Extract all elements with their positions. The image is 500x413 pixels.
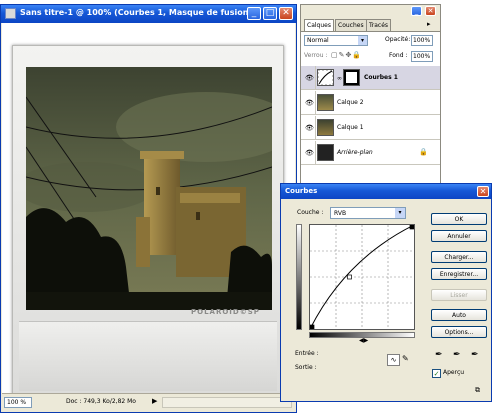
polaroid-bottom-strip xyxy=(19,321,277,391)
photoshop-document-icon xyxy=(5,8,16,19)
layer-name: Calque 1 xyxy=(337,124,364,131)
expand-dialog-icon[interactable]: ⧉ xyxy=(475,386,480,395)
palette-menu-arrow-icon[interactable]: ▸ xyxy=(427,20,431,28)
channel-value: RVB xyxy=(334,210,347,217)
document-size-info[interactable]: Doc : 749,3 Ko/2,82 Mo xyxy=(66,398,136,405)
curve-mode-icon[interactable]: ∿ xyxy=(387,354,400,366)
layer-row[interactable]: 👁 Calque 1 xyxy=(301,116,440,140)
curve-control-point xyxy=(409,224,415,230)
horizontal-scrollbar[interactable] xyxy=(162,397,292,408)
opacity-field[interactable]: 100% xyxy=(411,35,433,46)
polaroid-wordmark: POLAROID©SP xyxy=(191,308,260,316)
gray-eyedropper-icon[interactable]: ✒ xyxy=(453,350,461,360)
curves-titlebar[interactable]: Courbes ✕ xyxy=(281,184,491,199)
eye-icon[interactable]: 👁 xyxy=(305,149,314,157)
layer-thumbnail xyxy=(317,94,334,111)
zoom-field[interactable]: 100 % xyxy=(4,397,32,408)
layers-body: Normal ▾ Opacité: 100% Verrou : ▢✎✥🔒 Fon… xyxy=(301,31,440,183)
polaroid-frame: POLAROID©SP xyxy=(12,45,284,395)
layer-mask-thumbnail xyxy=(343,69,360,86)
close-button[interactable]: ✕ xyxy=(279,7,293,20)
document-statusbar: 100 % Doc : 749,3 Ko/2,82 Mo ▶ xyxy=(2,393,295,411)
castle-photo xyxy=(26,67,272,310)
divider xyxy=(315,116,316,140)
fill-label: Fond : xyxy=(389,52,408,59)
curve-control-point xyxy=(309,324,315,330)
divider xyxy=(315,91,316,115)
status-menu-arrow-icon[interactable]: ▶ xyxy=(152,397,157,405)
chevron-down-icon: ▾ xyxy=(395,208,405,218)
palette-close-button[interactable]: ✕ xyxy=(425,6,436,16)
white-eyedropper-icon[interactable]: ✒ xyxy=(471,350,479,360)
blend-mode-value: Normal xyxy=(307,37,329,44)
pencil-icon[interactable]: ✎ xyxy=(402,354,409,363)
link-icon: ∞ xyxy=(337,75,342,82)
fill-field[interactable]: 100% xyxy=(411,51,433,62)
layer-row[interactable]: 👁 ∞ Courbes 1 xyxy=(301,66,440,90)
layer-thumbnail xyxy=(317,119,334,136)
document-title: Sans titre-1 @ 100% (Courbes 1, Masque d… xyxy=(20,8,261,17)
options-button[interactable]: Options... xyxy=(431,326,487,338)
layer-name: Arrière-plan xyxy=(337,149,373,156)
eye-icon[interactable]: 👁 xyxy=(305,124,314,132)
input-label: Entrée : xyxy=(295,350,319,357)
output-gradient-bar xyxy=(296,224,302,330)
auto-button[interactable]: Auto xyxy=(431,309,487,321)
chevron-down-icon: ▾ xyxy=(358,36,367,45)
layer-thumbnail xyxy=(317,144,334,161)
palette-minimize-button[interactable]: _ xyxy=(411,6,422,16)
document-window: Sans titre-1 @ 100% (Courbes 1, Masque d… xyxy=(0,4,297,413)
dialog-title: Courbes xyxy=(285,187,318,195)
layer-row[interactable]: 👁 Calque 2 xyxy=(301,91,440,115)
tab-calques[interactable]: Calques xyxy=(304,19,334,31)
smooth-button[interactable]: Lisser xyxy=(431,289,487,301)
tab-couches[interactable]: Couches xyxy=(335,19,367,31)
gradient-toggle-icon[interactable]: ◀▶ xyxy=(359,337,368,344)
divider xyxy=(315,141,316,165)
close-button[interactable]: ✕ xyxy=(477,186,489,197)
layer-row[interactable]: 👁 Arrière-plan 🔒 xyxy=(301,141,440,165)
curve-graph[interactable] xyxy=(309,224,415,330)
channel-select[interactable]: RVB ▾ xyxy=(330,207,406,219)
preview-label: Aperçu xyxy=(443,369,465,376)
layers-palette: _ ✕ Calques Couches Tracés ▸ Normal ▾ Op… xyxy=(300,4,441,183)
maximize-button[interactable]: □ xyxy=(263,7,277,20)
load-button[interactable]: Charger... xyxy=(431,251,487,263)
output-label: Sortie : xyxy=(295,364,317,371)
eye-icon[interactable]: 👁 xyxy=(305,99,314,107)
preview-checkbox[interactable]: ✓ xyxy=(432,369,441,378)
lock-icon: 🔒 xyxy=(419,148,428,156)
save-button[interactable]: Enregistrer... xyxy=(431,268,487,280)
layer-name: Calque 2 xyxy=(337,99,364,106)
blend-mode-select[interactable]: Normal ▾ xyxy=(304,35,368,46)
channel-label: Couche : xyxy=(297,209,324,216)
layer-name: Courbes 1 xyxy=(364,74,398,81)
lock-buttons[interactable]: ▢✎✥🔒 xyxy=(331,51,362,59)
opacity-label: Opacité: xyxy=(385,36,411,43)
palette-titlebar[interactable]: _ ✕ xyxy=(301,5,440,19)
lock-label: Verrou : xyxy=(304,52,328,59)
curve-control-point xyxy=(347,274,352,280)
black-eyedropper-icon[interactable]: ✒ xyxy=(435,350,443,360)
cancel-button[interactable]: Annuler xyxy=(431,230,487,242)
divider xyxy=(315,66,316,90)
tab-traces[interactable]: Tracés xyxy=(366,19,392,31)
document-titlebar[interactable]: Sans titre-1 @ 100% (Courbes 1, Masque d… xyxy=(1,5,296,23)
curves-dialog: Courbes ✕ Couche : RVB ▾ ◀▶ Entrée : Sor… xyxy=(280,183,492,402)
minimize-button[interactable]: _ xyxy=(247,7,261,20)
document-canvas[interactable]: POLAROID©SP xyxy=(2,23,295,395)
eye-icon[interactable]: 👁 xyxy=(305,74,314,82)
ok-button[interactable]: OK xyxy=(431,213,487,225)
curves-thumbnail xyxy=(317,69,334,86)
